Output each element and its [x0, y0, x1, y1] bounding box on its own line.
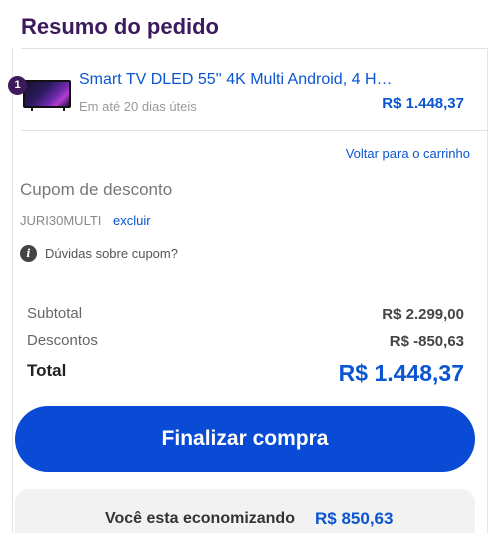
subtotal-label: Subtotal	[27, 305, 83, 322]
remove-coupon-link[interactable]: excluir	[113, 213, 151, 228]
checkout-button[interactable]: Finalizar compra	[15, 406, 475, 472]
back-to-cart-link[interactable]: Voltar para o carrinho	[346, 146, 470, 161]
coupon-title: Cupom de desconto	[20, 180, 173, 199]
product-price: R$ 1.448,37	[382, 95, 464, 112]
savings-text: Você esta economizando	[105, 510, 295, 527]
savings-banner: Você esta economizando R$ 850,63	[15, 489, 475, 533]
info-icon: i	[20, 244, 37, 262]
total-label: Total	[27, 361, 67, 380]
subtotal-value: R$ 2.299,00	[382, 306, 464, 323]
tv-thumbnail-icon[interactable]	[23, 80, 71, 108]
divider	[21, 48, 487, 49]
divider	[21, 130, 487, 131]
coupon-help-label: Dúvidas sobre cupom?	[45, 245, 178, 261]
coupon-code: JURI30MULTI	[20, 213, 102, 228]
savings-value: R$ 850,63	[315, 509, 394, 528]
cart-item: 1 Smart TV DLED 55'' 4K Multi Android, 4…	[8, 66, 471, 120]
discount-value: R$ -850,63	[389, 333, 464, 350]
product-name-link[interactable]: Smart TV DLED 55'' 4K Multi Android, 4 H…	[79, 71, 424, 89]
tv-stand-shape	[31, 108, 65, 111]
delivery-estimate: Em até 20 dias úteis	[79, 99, 197, 114]
discount-label: Descontos	[27, 332, 98, 349]
quantity-badge: 1	[8, 76, 27, 95]
total-value: R$ 1.448,37	[338, 360, 464, 386]
coupon-help-link[interactable]: i Dúvidas sobre cupom?	[20, 244, 178, 262]
order-summary-title: Resumo do pedido	[21, 14, 219, 39]
